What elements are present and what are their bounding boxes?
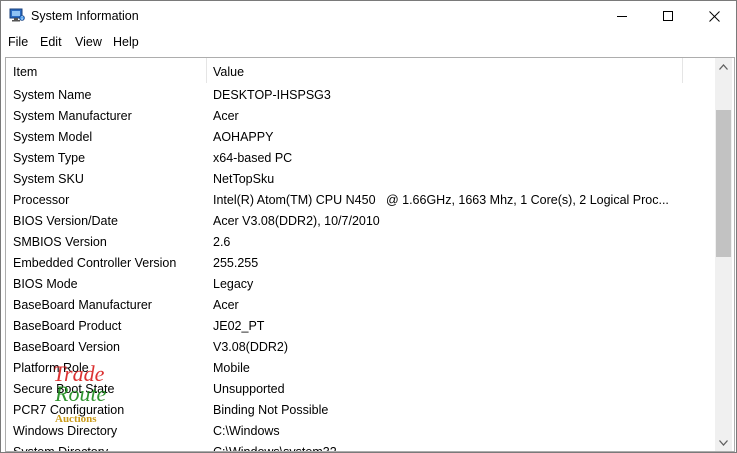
column-header-value[interactable]: Value (213, 65, 244, 79)
row-value: JE02_PT (213, 319, 265, 333)
row-item-label: Embedded Controller Version (13, 256, 177, 270)
row-value: Acer V3.08(DDR2), 10/7/2010 (213, 214, 380, 228)
maximize-icon (663, 11, 673, 21)
table-row[interactable]: Embedded Controller Version 255.255 (6, 253, 714, 274)
trade-route-auctions-watermark: Trade Route Auctions (53, 361, 107, 425)
table-row[interactable]: BaseBoard Version V3.08(DDR2) (6, 337, 714, 358)
close-button[interactable] (691, 1, 736, 31)
menu-file[interactable]: File (8, 35, 28, 49)
row-value: Legacy (213, 277, 254, 291)
column-divider[interactable] (682, 58, 683, 83)
row-item-label: System Model (13, 130, 93, 144)
row-item-label: SMBIOS Version (13, 235, 107, 249)
list-header: Item Value (6, 58, 714, 83)
table-row[interactable]: System Name DESKTOP-IHSPSG3 (6, 85, 714, 106)
row-value: x64-based PC (213, 151, 293, 165)
scroll-up-button[interactable] (715, 58, 732, 75)
row-item-label: System Manufacturer (13, 109, 132, 123)
maximize-button[interactable] (645, 1, 691, 31)
row-value: Binding Not Possible (213, 403, 329, 417)
row-item-label: System Type (13, 151, 86, 165)
menu-view[interactable]: View (75, 35, 102, 49)
row-value: Acer (213, 298, 239, 312)
chevron-down-icon (719, 439, 728, 446)
table-row[interactable]: System Type x64-based PC (6, 148, 714, 169)
row-value: DESKTOP-IHSPSG3 (213, 88, 331, 102)
row-item-label: Windows Directory (13, 424, 118, 438)
close-icon (708, 10, 720, 22)
row-value: 2.6 (213, 235, 231, 249)
row-value: Mobile (213, 361, 250, 375)
row-item-label: BIOS Mode (13, 277, 78, 291)
system-information-app-icon (9, 8, 25, 22)
row-value: Intel(R) Atom(TM) CPU N450 @ 1.66GHz, 16… (213, 193, 669, 207)
row-value: AOHAPPY (213, 130, 274, 144)
column-header-item[interactable]: Item (13, 65, 37, 79)
vertical-scrollbar[interactable] (715, 58, 732, 451)
row-value: Unsupported (213, 382, 285, 396)
title-bar[interactable]: System Information (1, 1, 736, 31)
row-item-label: BIOS Version/Date (13, 214, 118, 228)
table-row[interactable]: BIOS Version/Date Acer V3.08(DDR2), 10/7/… (6, 211, 714, 232)
scrollbar-thumb[interactable] (716, 110, 731, 257)
svg-text:Auctions: Auctions (55, 413, 97, 425)
minimize-icon (617, 16, 627, 17)
scroll-down-button[interactable] (715, 434, 732, 451)
table-row[interactable]: SMBIOS Version 2.6 (6, 232, 714, 253)
menu-edit[interactable]: Edit (40, 35, 62, 49)
table-row[interactable]: System Model AOHAPPY (6, 127, 714, 148)
menu-help[interactable]: Help (113, 35, 139, 49)
column-divider[interactable] (206, 58, 207, 83)
table-row[interactable]: System SKU NetTopSku (6, 169, 714, 190)
row-value: C:\Windows (213, 424, 280, 438)
table-row[interactable]: BaseBoard Manufacturer Acer (6, 295, 714, 316)
row-value: 255.255 (213, 256, 259, 270)
row-item-label: BaseBoard Product (13, 319, 122, 333)
row-value: Acer (213, 109, 239, 123)
row-value: NetTopSku (213, 172, 275, 186)
row-value: V3.08(DDR2) (213, 340, 289, 354)
menu-bar: File Edit View Help (1, 31, 736, 53)
table-row[interactable]: BIOS Mode Legacy (6, 274, 714, 295)
row-item-label: BaseBoard Manufacturer (13, 298, 152, 312)
svg-text:Route: Route (54, 381, 107, 406)
row-item-label: System Directory (13, 445, 108, 451)
row-item-label: BaseBoard Version (13, 340, 121, 354)
row-item-label: System Name (13, 88, 92, 102)
minimize-button[interactable] (599, 1, 645, 31)
table-row[interactable]: Processor Intel(R) Atom(TM) CPU N450 @ 1.… (6, 190, 714, 211)
table-row[interactable]: System Manufacturer Acer (6, 106, 714, 127)
table-row[interactable]: System Directory C:\Windows\system32 (6, 442, 714, 451)
window-title: System Information (31, 9, 139, 23)
row-value: C:\Windows\system32 (213, 445, 683, 451)
system-information-window: System Information File Edit View Help I… (0, 0, 737, 453)
table-row[interactable]: BaseBoard Product JE02_PT (6, 316, 714, 337)
row-item-label: Processor (13, 193, 70, 207)
chevron-up-icon (719, 63, 728, 70)
row-item-label: System SKU (13, 172, 84, 186)
